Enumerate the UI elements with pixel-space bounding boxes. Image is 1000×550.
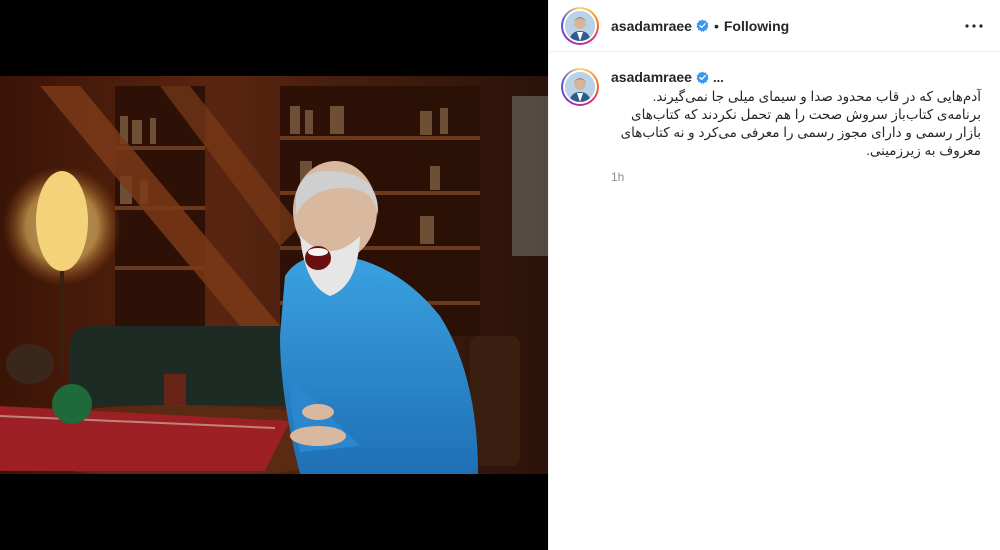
instagram-post-view: asadamraee • Following asadamraee ... آد…: [0, 0, 1000, 550]
more-options-icon: [965, 23, 983, 28]
following-button[interactable]: Following: [724, 18, 789, 34]
post-caption: asadamraee ... آدم‌هایی که در قاب محدود …: [549, 52, 1000, 184]
verified-badge-icon: [696, 19, 709, 32]
post-timestamp[interactable]: 1h: [611, 170, 981, 184]
separator-dot: •: [713, 17, 719, 34]
post-side-panel: asadamraee • Following asadamraee ... آد…: [548, 0, 1000, 550]
more-options-button[interactable]: [962, 14, 986, 38]
caption-avatar-image: [565, 72, 595, 102]
caption-avatar[interactable]: [561, 68, 599, 106]
avatar-image: [565, 10, 595, 41]
caption-username[interactable]: asadamraee: [611, 69, 692, 85]
caption-body: asadamraee ... آدم‌هایی که در قاب محدود …: [611, 68, 981, 184]
verified-badge-icon: [696, 70, 709, 84]
avatar[interactable]: [561, 6, 599, 45]
post-media-panel: [0, 0, 548, 550]
caption-text: آدم‌هایی که در قاب محدود صدا و سیمای میل…: [620, 89, 981, 158]
post-header: asadamraee • Following: [549, 0, 1000, 52]
post-photo[interactable]: [0, 76, 548, 474]
header-username[interactable]: asadamraee: [611, 18, 692, 34]
caption-more[interactable]: ...: [713, 70, 724, 85]
